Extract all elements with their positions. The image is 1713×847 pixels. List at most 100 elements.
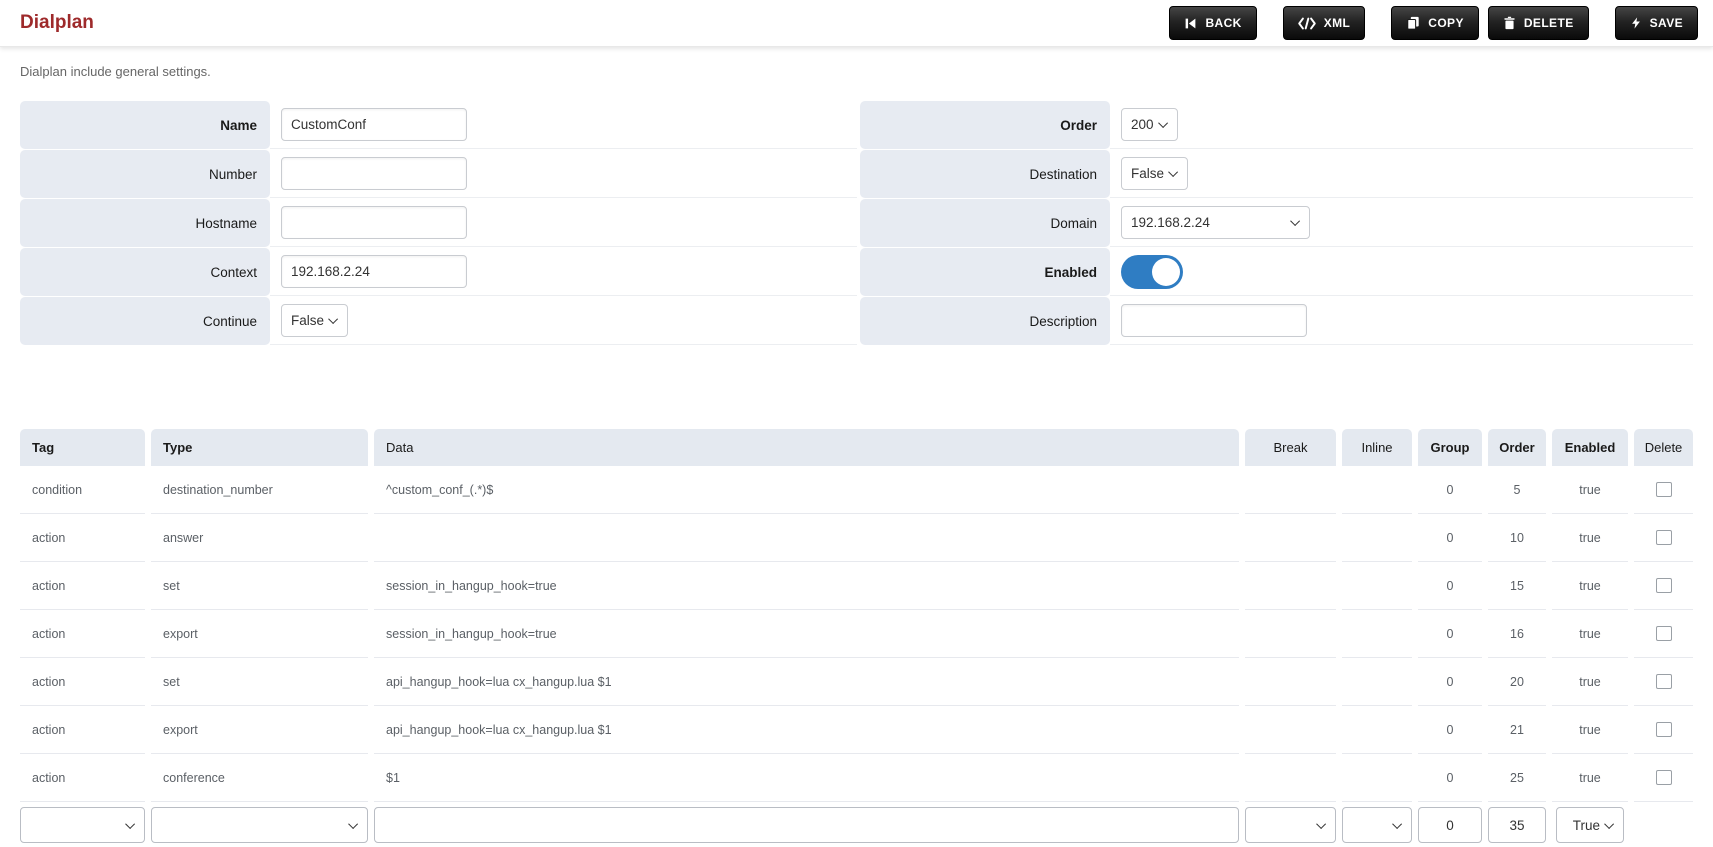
cell-data: $1 [374,754,1239,802]
cell-delete [1634,610,1693,658]
cell-break [1245,658,1336,706]
delete-checkbox[interactable] [1655,530,1672,545]
delete-checkbox[interactable] [1655,770,1672,785]
form-row-hostname: Hostname [20,199,857,247]
cell-inline [1342,514,1412,562]
table-body: condition destination_number ^custom_conf_… [20,466,1693,802]
name-label: Name [20,101,270,149]
form-row-continue: Continue False [20,297,857,345]
new-enabled-select[interactable]: True [1556,807,1624,843]
cell-order: 25 [1488,754,1546,802]
context-input[interactable] [281,255,467,288]
form-row-enabled: Enabled [860,248,1693,296]
cell-group: 0 [1418,466,1482,514]
cell-tag: action [20,610,145,658]
delete-checkbox[interactable] [1655,674,1672,689]
save-button[interactable]: SAVE [1614,6,1698,40]
cell-data: api_hangup_hook=lua cx_hangup.lua $1 [374,706,1239,754]
cell-break [1245,466,1336,514]
chevron-down-icon [1392,818,1403,829]
skip-back-icon [1184,17,1197,30]
new-break-select[interactable] [1245,807,1336,843]
cell-tag: condition [20,466,145,514]
table-row: action export api_hangup_hook=lua cx_hangu… [20,706,1693,754]
cell-inline [1342,562,1412,610]
cell-tag: action [20,514,145,562]
hostname-label: Hostname [20,199,270,247]
cell-order: 21 [1488,706,1546,754]
form-row-description: Description [860,297,1693,345]
new-row: True [20,807,1693,843]
cell-data: api_hangup_hook=lua cx_hangup.lua $1 [374,658,1239,706]
cell-order: 20 [1488,658,1546,706]
form-column-left: Name Number Hostname Context Continue [20,101,857,346]
new-type-select[interactable] [151,807,368,843]
column-header-tag[interactable]: Tag [20,429,145,466]
cell-enabled: true [1552,706,1628,754]
xml-button-label: XML [1323,16,1351,30]
context-label: Context [20,248,270,296]
back-button[interactable]: BACK [1169,6,1257,40]
continue-select[interactable]: False [281,304,349,337]
new-tag-select[interactable] [20,807,145,843]
code-icon [1297,17,1316,30]
cell-enabled: true [1552,514,1628,562]
new-enabled-select-value: True [1572,817,1600,833]
cell-delete [1634,754,1693,802]
hostname-input[interactable] [281,206,467,239]
domain-select[interactable]: 192.168.2.24 [1121,206,1310,239]
number-input[interactable] [281,157,467,190]
cell-inline [1342,754,1412,802]
cell-type: answer [151,514,368,562]
form-row-name: Name [20,101,857,149]
cell-type: conference [151,754,368,802]
cell-delete [1634,706,1693,754]
enabled-toggle[interactable] [1121,254,1183,289]
column-header-data: Data [374,429,1239,466]
table-header-row: Tag Type Data Break Inline Group Order E… [20,429,1693,466]
cell-order: 15 [1488,562,1546,610]
new-inline-select[interactable] [1342,807,1412,843]
cell-inline [1342,658,1412,706]
new-order-input[interactable] [1488,807,1546,843]
page-description: Dialplan include general settings. [20,64,211,79]
cell-type: destination_number [151,466,368,514]
form-row-order: Order 200 [860,101,1693,149]
xml-button[interactable]: XML [1282,6,1366,40]
destination-select[interactable]: False [1121,157,1189,190]
cell-inline [1342,610,1412,658]
delete-checkbox[interactable] [1655,482,1672,497]
copy-icon [1406,16,1420,30]
top-bar: Dialplan BACK XML COPY DELETE SAVE [0,0,1713,47]
column-header-enabled[interactable]: Enabled [1552,429,1628,466]
chevron-down-icon [1604,818,1615,829]
column-header-group[interactable]: Group [1418,429,1482,466]
chevron-down-icon [1168,167,1179,178]
description-input[interactable] [1121,304,1307,337]
name-input[interactable] [281,108,467,141]
cell-tag: action [20,754,145,802]
delete-checkbox[interactable] [1655,722,1672,737]
cell-break [1245,610,1336,658]
cell-break [1245,562,1336,610]
delete-checkbox[interactable] [1655,578,1672,593]
description-label: Description [860,297,1110,345]
column-header-type[interactable]: Type [151,429,368,466]
table-row: action set session_in_hangup_hook=true 0 15 t… [20,562,1693,610]
table-row: action answer 0 10 true [20,514,1693,562]
column-header-order[interactable]: Order [1488,429,1546,466]
copy-button[interactable]: COPY [1391,6,1479,40]
cell-order: 16 [1488,610,1546,658]
enabled-label: Enabled [860,248,1110,296]
order-select[interactable]: 200 [1121,108,1178,141]
column-header-delete: Delete [1634,429,1693,466]
delete-checkbox[interactable] [1655,626,1672,641]
cell-group: 0 [1418,514,1482,562]
new-group-input[interactable] [1418,807,1482,843]
new-data-input[interactable] [374,807,1239,843]
chevron-down-icon [1316,818,1327,829]
cell-enabled: true [1552,610,1628,658]
cell-enabled: true [1552,466,1628,514]
cell-type: export [151,706,368,754]
delete-button[interactable]: DELETE [1487,6,1589,40]
